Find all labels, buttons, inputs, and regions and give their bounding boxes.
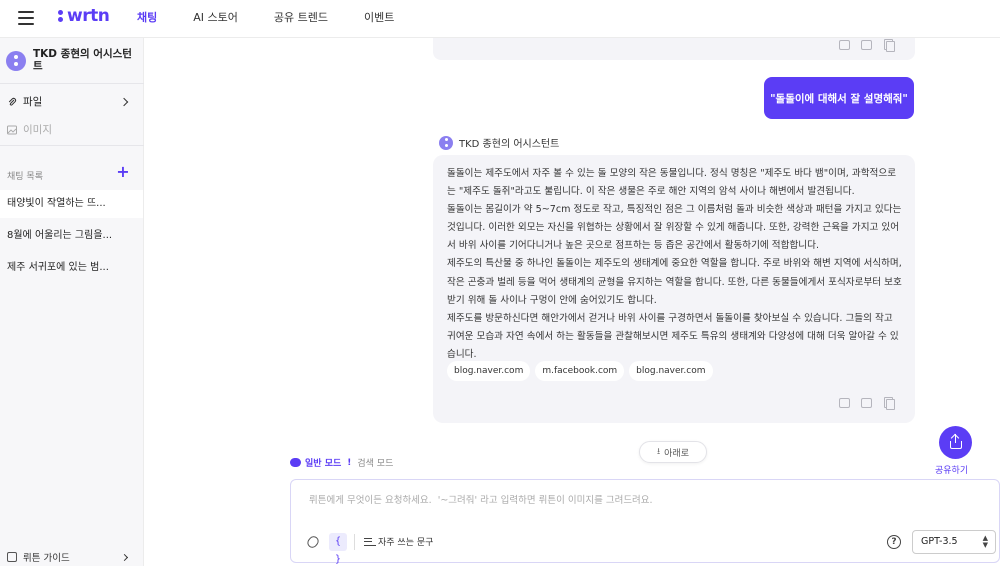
user-message: "돌돌이에 대해서 잘 설명해줘" — [764, 77, 914, 119]
chat-list-item[interactable]: 8월에 어울리는 그림을... — [0, 222, 143, 250]
scroll-down-button[interactable]: ⭳ 아래로 — [639, 441, 707, 463]
sidebar: TKD 종현의 어시스턴트 파일 이미지 채팅 목록 + 태양빛이 작열하는 뜨… — [0, 38, 144, 566]
nav-shared-trends[interactable]: 공유 트렌드 — [274, 9, 328, 25]
bot-name: TKD 종현의 어시스턴트 — [459, 139, 560, 150]
sidebar-item-label: 뤼튼 가이드 — [23, 553, 70, 564]
sidebar-item-image[interactable]: 이미지 — [7, 122, 135, 137]
image-icon — [7, 125, 17, 134]
sidebar-item-label: 이미지 — [23, 124, 52, 136]
logo-text: wrtn — [67, 6, 110, 26]
new-chat-button[interactable]: + — [115, 164, 131, 181]
chat-area: "돌돌이에 대해서 잘 설명해줘" TKD 종현의 어시스턴트 돌돌이는 제주도… — [145, 38, 1000, 566]
divider — [354, 534, 355, 550]
chat-bubble-icon — [290, 458, 301, 467]
chat-list-item[interactable]: 태양빛이 작열하는 뜨... — [0, 190, 143, 218]
copy-icon[interactable] — [882, 38, 895, 52]
logo-dots-icon — [58, 9, 64, 23]
chevron-right-icon — [120, 553, 129, 561]
bot-paragraph: 돌돌이는 몸길이가 약 5~7cm 정도로 작고, 특징적인 점은 그 이름처럼… — [447, 204, 902, 252]
bot-message-card: 돌돌이는 제주도에서 자주 볼 수 있는 돌 모양의 작은 동물입니다. 정식 … — [433, 155, 915, 423]
frequent-phrases-button[interactable]: 자주 쓰는 문구 — [364, 535, 433, 548]
nav-chat[interactable]: 채팅 — [137, 9, 157, 25]
sidebar-item-guide[interactable]: 뤼튼 가이드 — [7, 550, 135, 564]
variable-button[interactable]: { } — [329, 533, 347, 565]
thumbs-up-icon[interactable] — [838, 38, 850, 50]
model-select[interactable]: GPT-3.5 ▲ ▼ — [912, 530, 996, 554]
bot-paragraph: 돌돌이는 제주도에서 자주 볼 수 있는 돌 모양의 작은 동물입니다. 정식 … — [447, 168, 897, 198]
chevron-right-icon — [119, 97, 129, 106]
message-input[interactable] — [309, 492, 969, 512]
bot-paragraph: 제주도의 특산물 중 하나인 돌돌이는 제주도의 생태계에 중요한 역할을 합니… — [447, 258, 902, 306]
bot-paragraph: 제주도를 방문하신다면 해안가에서 걷거나 바위 사이를 구경하면서 돌돌이를 … — [447, 312, 899, 360]
attach-icon[interactable] — [305, 534, 321, 550]
scroll-down-label: 아래로 — [664, 448, 689, 459]
model-select-value: GPT-3.5 — [921, 536, 958, 547]
guide-icon — [7, 552, 17, 562]
chat-list-label: 채팅 목록 — [7, 172, 43, 182]
mode-switch: 일반 모드 ! 검색 모드 — [290, 456, 393, 469]
source-chip[interactable]: blog.naver.com — [629, 361, 713, 381]
arrow-down-icon: ⭳ — [657, 447, 661, 457]
share-label[interactable]: 공유하기 — [935, 463, 968, 476]
sidebar-item-label: 파일 — [23, 96, 43, 108]
source-chip[interactable]: blog.naver.com — [447, 361, 531, 381]
source-chip[interactable]: m.facebook.com — [535, 361, 625, 381]
chat-list-item[interactable]: 제주 서귀포에 있는 범... — [0, 254, 143, 282]
main-nav: 채팅 AI 스토어 공유 트렌드 이벤트 — [137, 9, 430, 25]
bot-message-text: 돌돌이는 제주도에서 자주 볼 수 있는 돌 모양의 작은 동물입니다. 정식 … — [447, 165, 903, 364]
frequent-phrases-label: 자주 쓰는 문구 — [378, 538, 434, 548]
message-composer: { } 자주 쓰는 문구 ? GPT-3.5 ▲▼ — [290, 479, 1000, 565]
search-mode-marker: ! — [347, 457, 352, 468]
thumbs-up-icon[interactable] — [838, 396, 850, 408]
list-plus-icon — [364, 537, 376, 547]
search-mode-tab[interactable]: 검색 모드 — [357, 456, 393, 469]
divider — [0, 83, 144, 84]
previous-message-card — [433, 38, 915, 60]
chevron-updown-icon: ▲ ▼ — [982, 534, 988, 549]
share-icon — [950, 433, 960, 443]
general-mode-tab[interactable]: 일반 모드 — [305, 456, 341, 469]
divider — [0, 145, 144, 146]
menu-icon[interactable] — [18, 11, 34, 25]
assistant-name: TKD 종현의 어시스턴트 — [33, 48, 132, 72]
feedback-icons — [838, 396, 895, 410]
sidebar-item-file[interactable]: 파일 — [7, 94, 135, 109]
assistant-header[interactable]: TKD 종현의 어시스턴트 — [6, 48, 136, 72]
nav-events[interactable]: 이벤트 — [364, 9, 394, 25]
copy-icon[interactable] — [882, 396, 895, 410]
feedback-icons — [838, 38, 895, 52]
help-icon[interactable]: ? — [887, 535, 901, 549]
source-links: blog.naver.com m.facebook.com blog.naver… — [447, 361, 713, 381]
top-bar: wrtn 채팅 AI 스토어 공유 트렌드 이벤트 — [0, 0, 1000, 38]
nav-ai-store[interactable]: AI 스토어 — [193, 9, 238, 25]
wrtn-logo[interactable]: wrtn — [58, 6, 110, 26]
bot-header: TKD 종현의 어시스턴트 — [433, 135, 559, 150]
bot-avatar — [439, 135, 453, 150]
paperclip-icon — [8, 97, 17, 106]
thumbs-down-icon[interactable] — [860, 38, 872, 50]
assistant-avatar — [6, 51, 26, 71]
thumbs-down-icon[interactable] — [860, 396, 872, 408]
share-button[interactable] — [939, 426, 972, 459]
